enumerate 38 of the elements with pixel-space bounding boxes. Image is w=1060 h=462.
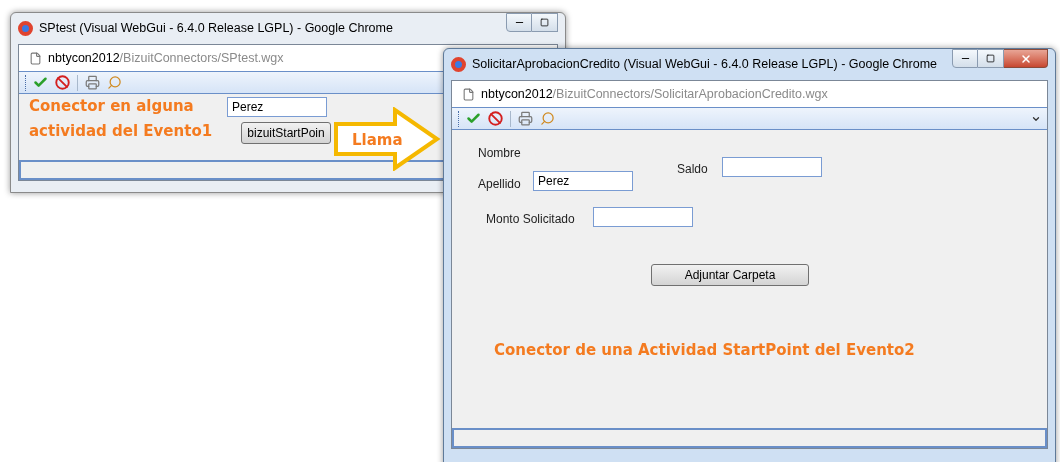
minimize-button[interactable] <box>506 13 532 32</box>
text-field[interactable]: Perez <box>533 171 633 191</box>
search-icon[interactable] <box>540 111 555 126</box>
field-label: Apellido <box>478 176 521 193</box>
maximize-icon <box>540 18 549 27</box>
field-label: Saldo <box>677 161 708 178</box>
text-field[interactable] <box>722 157 822 177</box>
page-icon <box>462 87 475 101</box>
page-icon <box>29 51 42 65</box>
form-button[interactable]: Adjuntar Carpeta <box>651 264 809 286</box>
arrow-icon <box>333 107 441 171</box>
maximize-icon <box>986 54 995 63</box>
chrome-logo-icon <box>451 57 466 72</box>
close-button[interactable] <box>1004 49 1048 68</box>
annotation-text: Conector de una Actividad StartPoint del Evento2 <box>494 340 915 361</box>
chrome-logo-icon <box>18 21 33 36</box>
check-icon[interactable] <box>33 75 48 90</box>
form-button[interactable]: bizuitStartPoin <box>241 122 331 144</box>
field-label: Monto Solicitado <box>486 211 575 228</box>
printer-icon[interactable] <box>518 111 533 126</box>
arrow-label: Llama <box>352 130 403 151</box>
window-title: SPtest (Visual WebGui - 6.4.0 Release LGPL) - Google Chrome <box>39 20 394 38</box>
close-icon <box>1019 52 1032 65</box>
maximize-button[interactable] <box>532 13 558 32</box>
cancel-icon[interactable] <box>488 111 503 126</box>
text-field[interactable] <box>593 207 693 227</box>
annotation-text: Conector en alguna actividad del Evento1 <box>29 96 214 142</box>
window-title: SolicitarAprobacionCredito (Visual WebGui - 6.4.0 Release LGPL) - Google Chrome <box>472 56 939 74</box>
field-label: Nombre <box>478 145 521 162</box>
text-field[interactable]: Perez <box>227 97 327 117</box>
maximize-button[interactable] <box>978 49 1004 68</box>
search-icon[interactable] <box>107 75 122 90</box>
address-text[interactable]: nbtycon2012/BizuitConnectors/SPtest.wgx <box>48 48 284 68</box>
cancel-icon[interactable] <box>55 75 70 90</box>
address-text[interactable]: nbtycon2012/BizuitConnectors/SolicitarAprobacionCredito.wgx <box>481 84 828 104</box>
printer-icon[interactable] <box>85 75 100 90</box>
check-icon[interactable] <box>466 111 481 126</box>
minimize-button[interactable] <box>952 49 978 68</box>
